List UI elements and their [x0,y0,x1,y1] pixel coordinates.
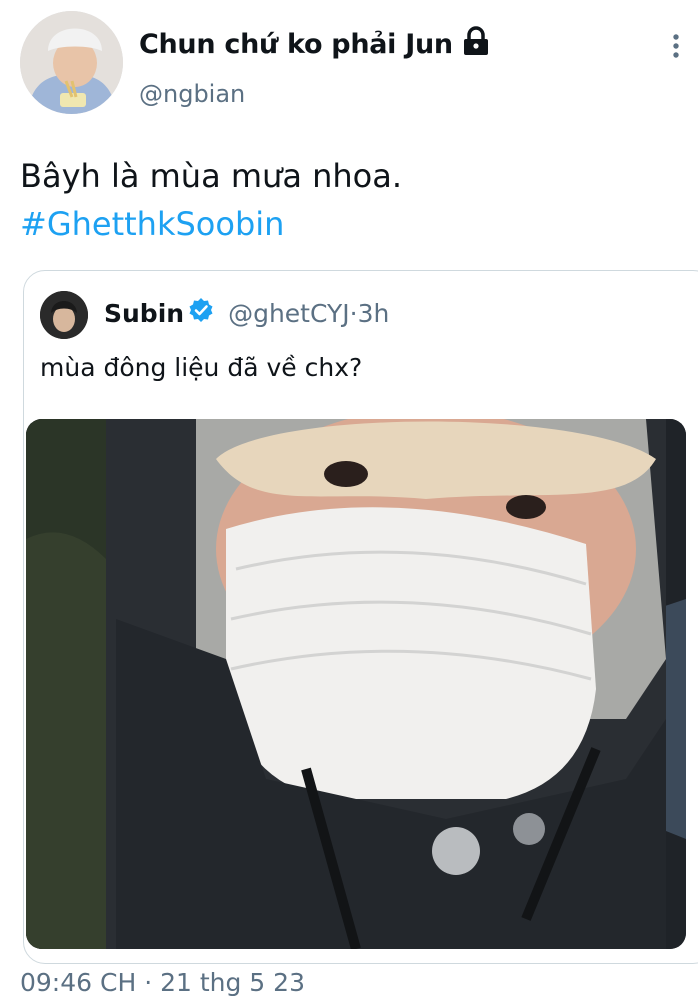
quoted-tweet-card[interactable]: Subin @ghetCYJ · 3h mùa đông liệu đã về … [23,270,698,964]
tweet-text: Bâyh là mùa mưa nhoa. #GhetthkSoobin [20,152,402,248]
meta-separator: · [349,298,358,328]
hashtag-link[interactable]: #GhetthkSoobin [20,200,402,248]
quoted-photo[interactable] [26,419,686,949]
display-name[interactable]: Chun chứ ko phải Jun [139,26,491,63]
tweet-text-line: Bâyh là mùa mưa nhoa. [20,157,403,195]
quoted-avatar[interactable] [40,291,88,339]
handle[interactable]: @ngbian [139,80,245,108]
quoted-display-name[interactable]: Subin [104,299,184,328]
lock-icon [461,26,491,63]
quoted-header: Subin @ghetCYJ · 3h [104,297,389,329]
quoted-time[interactable]: 3h [358,299,390,328]
display-name-text[interactable]: Chun chứ ko phải Jun [139,29,453,60]
more-vertical-icon[interactable] [670,33,682,59]
avatar[interactable] [20,11,123,114]
verified-badge-icon [188,297,214,329]
quoted-text: mùa đông liệu đã về chx? [40,353,363,382]
tweet-timestamp[interactable]: 09:46 CH · 21 thg 5 23 [20,968,305,997]
quoted-handle[interactable]: @ghetCYJ [228,299,350,328]
